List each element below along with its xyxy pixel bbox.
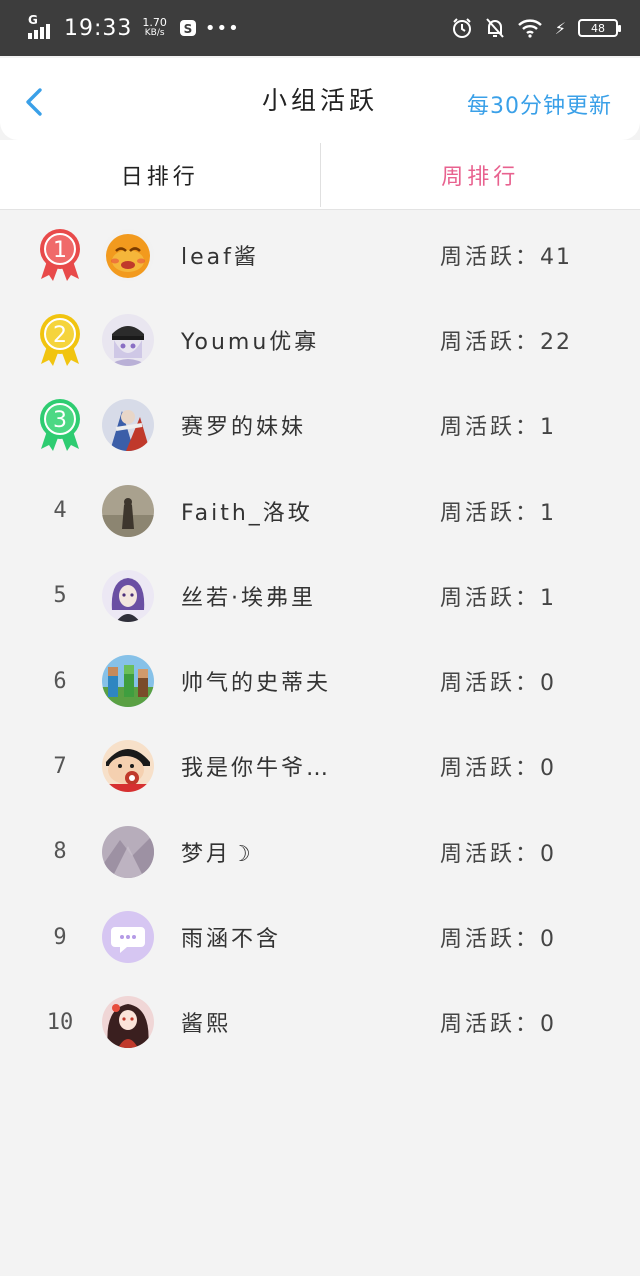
refresh-note: 每30分钟更新 [467, 94, 612, 119]
avatar[interactable] [102, 911, 154, 964]
avatar[interactable] [102, 484, 154, 537]
weekly-activity: 周活跃：0 [440, 927, 557, 953]
rank-number: 10 [46, 1009, 74, 1035]
weekly-activity: 周活跃：0 [440, 671, 557, 697]
rank-number: 5 [53, 583, 67, 609]
ranking-list: 1 leaf酱 周活跃：41 2 Youmu优寡 周活跃：22 3 赛罗的妹妹 … [0, 212, 640, 1065]
weekly-activity: 周活跃：41 [440, 244, 573, 270]
weekly-activity: 周活跃：0 [440, 1012, 557, 1038]
avatar[interactable] [102, 313, 154, 366]
status-bar: G 19:33 1.70 KB/s S ••• ⚡ 48 [0, 0, 640, 56]
tab-daily[interactable]: 日排行 [0, 140, 320, 209]
list-item[interactable]: 5 丝若·埃弗里 周活跃：1 [0, 553, 640, 638]
list-item[interactable]: 9 雨涵不含 周活跃：0 [0, 894, 640, 979]
charging-icon: ⚡ [554, 18, 566, 38]
status-time: 19:33 [64, 15, 133, 41]
list-item[interactable]: 1 leaf酱 周活跃：41 [0, 212, 640, 297]
weekly-activity: 周活跃：22 [440, 329, 573, 355]
member-name: 梦月☽ [181, 841, 254, 867]
member-name: 帅气的史蒂夫 [181, 671, 332, 697]
app-header: 小组活跃 每30分钟更新 [0, 58, 640, 140]
rank-number: 2 [53, 323, 67, 348]
alarm-icon [452, 18, 471, 38]
medal-icon: 3 [30, 395, 90, 455]
member-name: 丝若·埃弗里 [181, 585, 316, 611]
avatar[interactable] [102, 740, 154, 793]
svg-text:S: S [184, 22, 193, 36]
member-name: 酱熙 [181, 1012, 232, 1038]
ranking-tabs: 日排行 周排行 [0, 140, 640, 210]
weekly-activity: 周活跃：1 [440, 500, 557, 526]
avatar[interactable] [102, 825, 154, 878]
rank-number: 1 [53, 238, 67, 263]
weekly-activity: 周活跃：0 [440, 756, 557, 782]
rank-number: 9 [53, 924, 67, 950]
member-name: leaf酱 [181, 244, 259, 270]
member-name: 我是你牛爷… [181, 756, 332, 782]
member-name: Youmu优寡 [181, 329, 320, 355]
list-item[interactable]: 6 帅气的史蒂夫 周活跃：0 [0, 638, 640, 723]
avatar[interactable] [102, 399, 154, 452]
wifi-icon [517, 19, 542, 38]
list-item[interactable]: 10 酱熙 周活跃：0 [0, 980, 640, 1065]
member-name: 雨涵不含 [181, 927, 282, 953]
rank-number: 3 [53, 408, 67, 433]
avatar[interactable] [102, 655, 154, 708]
more-notifications-icon: ••• [204, 17, 240, 39]
member-name: 赛罗的妹妹 [181, 415, 307, 441]
mute-bell-icon [486, 18, 504, 38]
rank-number: 6 [53, 668, 67, 694]
member-name: Faith_洛玫 [181, 500, 313, 526]
battery-icon: 48 [578, 19, 621, 37]
rank-number: 8 [53, 839, 67, 865]
avatar[interactable] [102, 569, 154, 622]
avatar[interactable] [102, 996, 154, 1049]
network-speed: 1.70 KB/s [142, 16, 167, 38]
list-item[interactable]: 2 Youmu优寡 周活跃：22 [0, 297, 640, 382]
medal-icon: 2 [30, 310, 90, 370]
weekly-activity: 周活跃：1 [440, 585, 557, 611]
list-item[interactable]: 7 我是你牛爷… 周活跃：0 [0, 724, 640, 809]
list-item[interactable]: 4 Faith_洛玫 周活跃：1 [0, 468, 640, 553]
tab-weekly[interactable]: 周排行 [321, 140, 640, 209]
medal-icon: 1 [30, 225, 90, 285]
rank-number: 4 [53, 498, 67, 524]
rank-number: 7 [53, 753, 67, 779]
signal-icon: G [28, 13, 54, 39]
list-item[interactable]: 3 赛罗的妹妹 周活跃：1 [0, 383, 640, 468]
avatar[interactable] [102, 228, 154, 281]
app-notification-icon: S [179, 20, 196, 36]
weekly-activity: 周活跃：1 [440, 415, 557, 441]
list-item[interactable]: 8 梦月☽ 周活跃：0 [0, 809, 640, 894]
weekly-activity: 周活跃：0 [440, 841, 557, 867]
